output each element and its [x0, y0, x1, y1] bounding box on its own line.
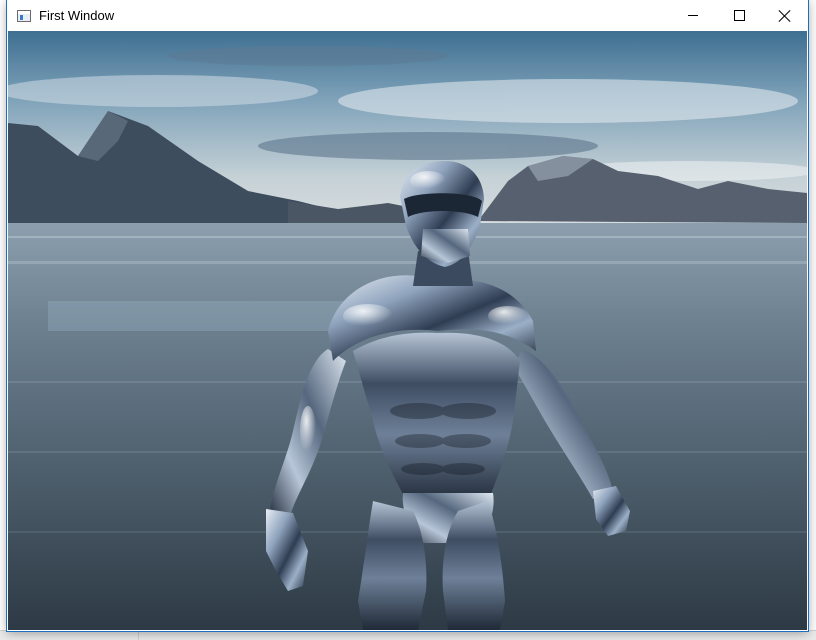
background-app-right-edge	[808, 0, 816, 639]
minimize-icon	[688, 15, 698, 16]
maximize-icon	[733, 10, 745, 21]
close-icon	[779, 10, 791, 22]
rendered-scene	[8, 31, 807, 630]
close-button[interactable]	[762, 0, 808, 31]
title-bar[interactable]: First Window	[7, 0, 808, 31]
minimize-button[interactable]	[670, 0, 716, 31]
app-icon[interactable]	[17, 9, 31, 22]
maximize-button[interactable]	[716, 0, 762, 31]
window-title: First Window	[39, 8, 115, 23]
render-viewport[interactable]	[8, 31, 807, 630]
first-window[interactable]: First Window	[7, 0, 808, 631]
